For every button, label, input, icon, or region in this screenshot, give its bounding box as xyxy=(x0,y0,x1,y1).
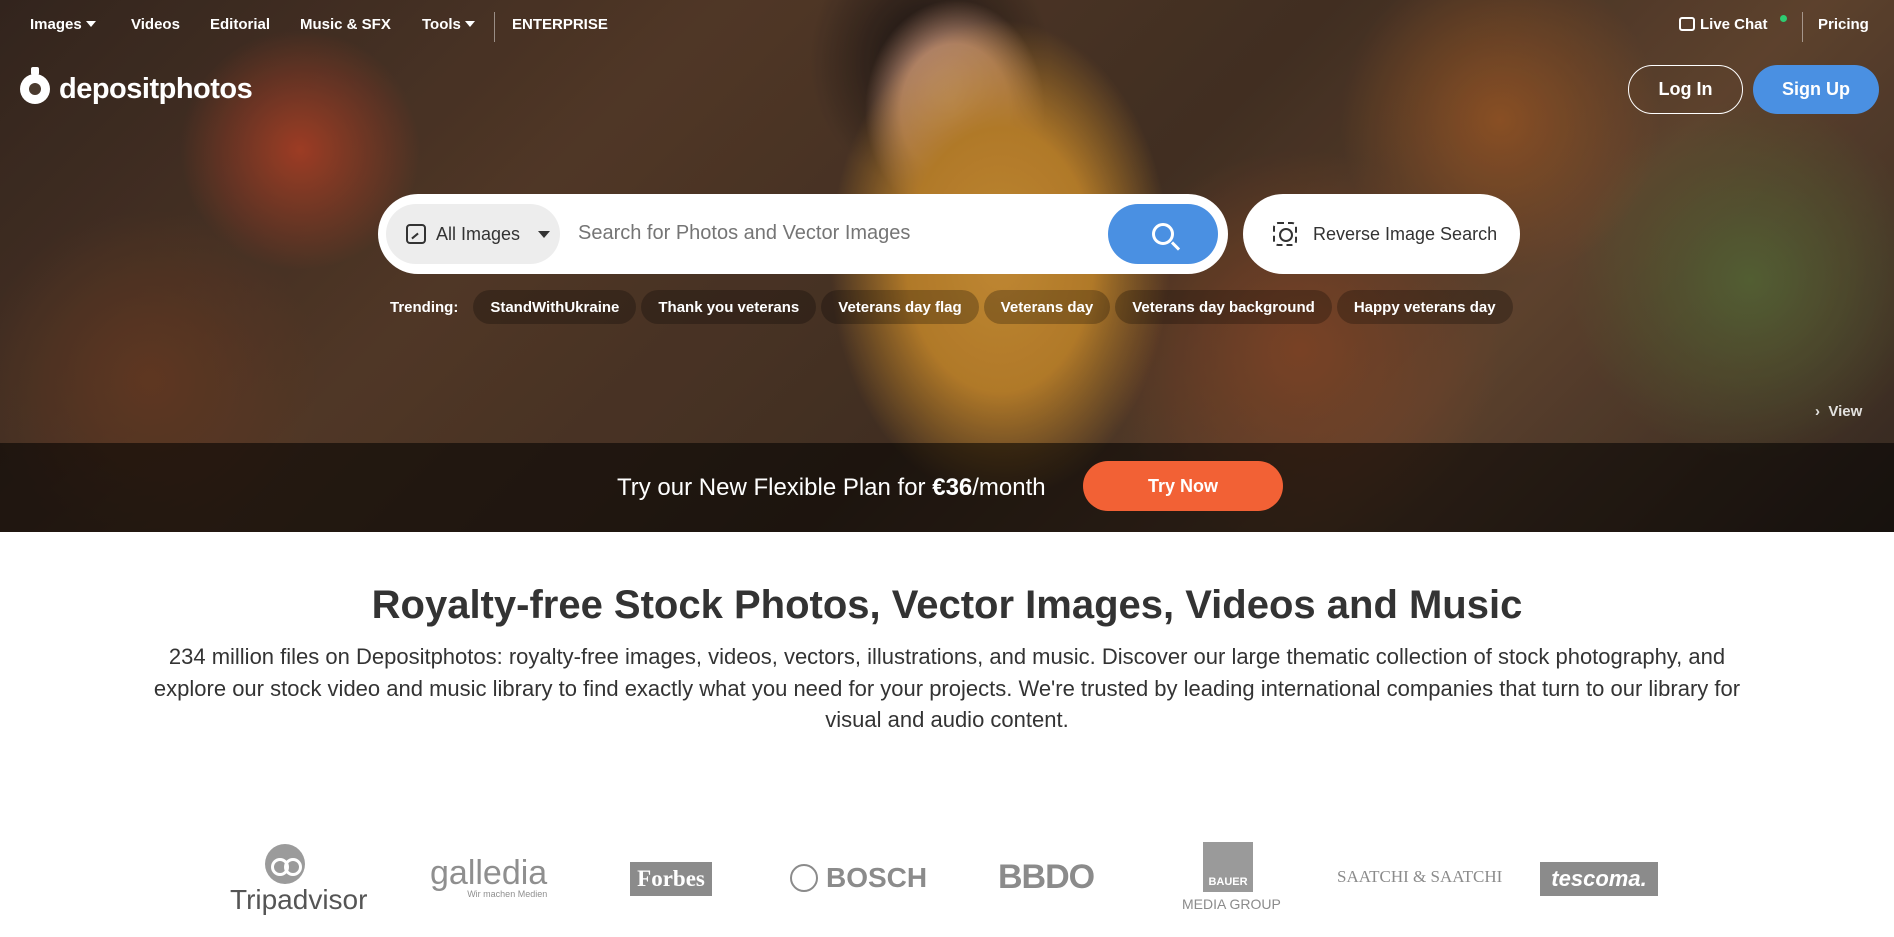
promo-banner: Try our New Flexible Plan for €36/month … xyxy=(0,443,1894,532)
nav-editorial[interactable]: Editorial xyxy=(210,16,270,33)
forbes-logo: Forbes xyxy=(630,862,712,896)
bauer-name: MEDIA GROUP xyxy=(1182,896,1281,912)
reverse-image-search-icon xyxy=(1273,222,1297,246)
chevron-down-icon xyxy=(464,21,475,27)
trending-tag[interactable]: Veterans day flag xyxy=(821,290,979,324)
logo-text: depositphotos xyxy=(59,72,253,105)
trending-tag[interactable]: Happy veterans day xyxy=(1336,290,1513,324)
reverse-image-search-label: Reverse Image Search xyxy=(1313,223,1498,244)
tripadvisor-owl-icon xyxy=(265,844,305,884)
hero-section: Images Videos Editorial Music & SFX Tool… xyxy=(0,0,1894,532)
trending-label: Trending: xyxy=(390,298,459,316)
chevron-down-icon xyxy=(85,21,96,27)
view-image-label: View xyxy=(1828,403,1863,420)
nav-divider xyxy=(494,12,495,42)
search-icon xyxy=(1152,223,1174,245)
try-now-button[interactable]: Try Now xyxy=(1083,461,1283,511)
view-image-link[interactable]: › View xyxy=(1815,403,1862,420)
tripadvisor-logo: Tripadvisor xyxy=(230,844,367,916)
image-icon xyxy=(406,224,426,244)
galledia-logo: galledia Wir machen Medien xyxy=(430,854,547,899)
live-chat-link[interactable]: Live Chat xyxy=(1679,16,1768,33)
trusted-brands: Tripadvisor galledia Wir machen Medien F… xyxy=(220,840,1680,920)
tescoma-logo: tescoma. xyxy=(1540,862,1658,896)
search-type-dropdown[interactable]: All Images xyxy=(386,204,560,264)
bosch-logo: BOSCH xyxy=(790,862,927,894)
promo-text-after: /month xyxy=(972,474,1046,501)
nav-tools-label: Tools xyxy=(422,16,461,33)
promo-text: Try our New Flexible Plan for €36/month xyxy=(617,474,1046,502)
signup-button[interactable]: Sign Up xyxy=(1753,65,1879,114)
reverse-image-search-button[interactable]: Reverse Image Search xyxy=(1243,194,1520,274)
online-status-dot xyxy=(1780,15,1787,22)
top-navigation: Images Videos Editorial Music & SFX Tool… xyxy=(0,0,1894,50)
nav-tools[interactable]: Tools xyxy=(422,16,475,33)
nav-images-label: Images xyxy=(30,16,82,33)
bosch-ring-icon xyxy=(790,864,818,892)
page-description: 234 million files on Depositphotos: roya… xyxy=(153,644,1741,732)
nav-pricing[interactable]: Pricing xyxy=(1818,16,1869,33)
search-bar: All Images xyxy=(378,194,1228,274)
chevron-right-icon: › xyxy=(1815,403,1820,420)
search-type-label: All Images xyxy=(436,223,521,244)
promo-price: €36 xyxy=(932,474,973,501)
trending-searches: Trending: StandWithUkraine Thank you vet… xyxy=(378,290,1513,324)
bauer-media-group-logo: BAUER MEDIA GROUP xyxy=(1182,842,1281,912)
chat-bubble-icon xyxy=(1679,17,1695,31)
bauer-box-icon: BAUER xyxy=(1203,842,1253,892)
logo-mark-icon xyxy=(20,67,50,104)
trending-tag[interactable]: Veterans day xyxy=(983,290,1111,324)
live-chat-label: Live Chat xyxy=(1700,16,1768,33)
trending-tag[interactable]: Thank you veterans xyxy=(641,290,817,324)
tripadvisor-name: Tripadvisor xyxy=(230,884,368,915)
login-button[interactable]: Log In xyxy=(1628,65,1743,114)
nav-images[interactable]: Images xyxy=(30,16,96,33)
search-button[interactable] xyxy=(1108,204,1218,264)
bbdo-logo: BBDO xyxy=(998,858,1095,896)
chevron-down-icon xyxy=(538,230,551,238)
trending-tag[interactable]: StandWithUkraine xyxy=(473,290,637,324)
depositphotos-logo[interactable]: depositphotos xyxy=(20,67,253,110)
page-title: Royalty-free Stock Photos, Vector Images… xyxy=(371,583,1523,627)
galledia-name: galledia xyxy=(430,854,548,892)
promo-text-before: Try our New Flexible Plan for xyxy=(617,474,933,501)
nav-divider xyxy=(1802,12,1803,42)
search-input[interactable] xyxy=(578,222,1078,245)
nav-enterprise[interactable]: ENTERPRISE xyxy=(512,16,608,33)
bosch-name: BOSCH xyxy=(826,862,928,893)
saatchi-logo: SAATCHI & SAATCHI xyxy=(1337,867,1503,886)
nav-videos[interactable]: Videos xyxy=(131,16,180,33)
nav-music-sfx[interactable]: Music & SFX xyxy=(300,16,391,33)
trending-tag[interactable]: Veterans day background xyxy=(1115,290,1332,324)
